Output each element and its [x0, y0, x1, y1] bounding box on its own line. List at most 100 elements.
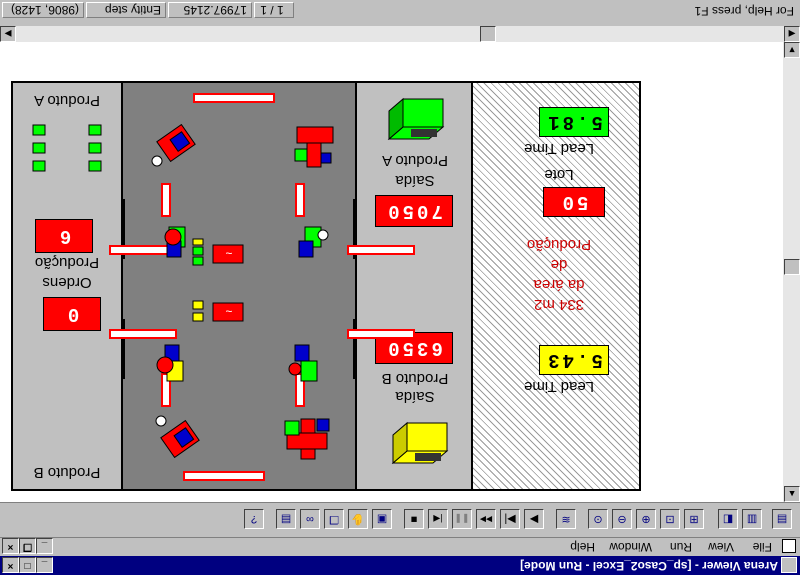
exit-a-display: 7050: [375, 195, 453, 227]
machine-icon: [284, 418, 330, 460]
lot-label: Lote: [544, 166, 574, 183]
maximize-icon[interactable]: □: [19, 557, 36, 573]
title-bar[interactable]: Arena Viewer - [sp_Caso2_Excel - Run Mod…: [0, 556, 800, 575]
hand-icon[interactable]: ✋: [348, 509, 368, 529]
report-icon[interactable]: ▤: [276, 509, 296, 529]
svg-text:~: ~: [225, 304, 232, 318]
windows-icon[interactable]: ❐: [324, 509, 344, 529]
status-page: 1 / 1: [254, 2, 294, 18]
go-icon[interactable]: ▶: [524, 509, 544, 529]
scroll-left-icon[interactable]: ◀: [784, 26, 800, 42]
worker-icon: [288, 344, 318, 382]
doc-restore-icon[interactable]: ❐: [19, 538, 36, 554]
product-b-label: Produto B: [33, 464, 101, 481]
area-line-2: da área: [533, 276, 585, 293]
conveyor: [347, 245, 415, 255]
close-icon[interactable]: ×: [2, 557, 19, 573]
conveyor: [193, 93, 275, 103]
exit-b-label-1: Saída: [395, 388, 435, 405]
zoom-in-icon[interactable]: ⊕: [636, 509, 656, 529]
green-parts-icon: [192, 238, 204, 266]
menu-run[interactable]: Run: [670, 539, 692, 554]
orders-label-2: Produção: [34, 254, 100, 271]
zoom-actual-icon[interactable]: ⊙: [588, 509, 608, 529]
pause-icon[interactable]: ❚❚: [452, 509, 472, 529]
fast-forward-icon[interactable]: ▶▶: [476, 509, 496, 529]
minimize-icon[interactable]: _: [36, 557, 53, 573]
menu-view[interactable]: View: [708, 539, 734, 554]
lead-time-a-label: Lead Time: [523, 378, 595, 395]
toolbar: ▤ ▥ ◧ ⊞ ⊡ ⊕ ⊖ ⊙ ≋ ▶ ▶| ▶▶ ❚❚ |◀ ■ ▣ ✋ ❐ …: [0, 502, 800, 536]
views-icon[interactable]: ▣: [372, 509, 392, 529]
step-icon[interactable]: ▶|: [500, 509, 520, 529]
zoom-box-icon[interactable]: ⊡: [660, 509, 680, 529]
doc-minimize-icon[interactable]: _: [36, 538, 53, 554]
orders-display: 0: [43, 297, 101, 331]
lead-time-b-display: 5.43: [539, 345, 609, 375]
menu-help[interactable]: Help: [570, 539, 595, 554]
menu-file[interactable]: File: [753, 539, 772, 554]
zoom-fit-icon[interactable]: ⊞: [684, 509, 704, 529]
exit-a-label-2: Produto A: [382, 152, 448, 169]
help-pointer-icon[interactable]: ?: [244, 509, 264, 529]
layers-icon[interactable]: ≋: [556, 509, 576, 529]
exit-a-label-1: Saída: [395, 172, 435, 189]
scroll-up-icon[interactable]: ▲: [784, 486, 800, 502]
vertical-scrollbar[interactable]: ▲ ▼: [783, 42, 800, 502]
binoculars-icon[interactable]: ∞: [300, 509, 320, 529]
wip-queue-icon: ~: [212, 244, 244, 264]
kpi-panel: Lead Time 5.43 334 m2 da área de Produçã…: [471, 83, 639, 489]
simulation-canvas: Lead Time 5.43 334 m2 da área de Produçã…: [0, 42, 783, 502]
yellow-product-box-icon: [391, 421, 449, 465]
worker-icon: [298, 226, 329, 258]
area-line-4: Produção: [526, 236, 592, 253]
product-a-label: Produto A: [34, 92, 100, 109]
status-coords: (9806, 1428): [2, 2, 84, 18]
status-help: For Help, press F1: [694, 4, 794, 18]
window-title: Arena Viewer - [sp_Caso2_Excel - Run Mod…: [520, 559, 778, 573]
status-time: 17997.2145: [168, 2, 252, 18]
wall-marker: [353, 319, 357, 379]
green-product-box-icon: [387, 97, 445, 141]
end-icon[interactable]: ■: [404, 509, 424, 529]
area-line-3: de: [550, 256, 568, 273]
worker-icon: [156, 344, 184, 382]
lead-time-a-display: 5.81: [539, 107, 609, 137]
exit-b-label-2: Produto B: [381, 370, 449, 387]
arena-app-icon: [781, 557, 797, 573]
area-line-1: 334 m2: [533, 296, 585, 313]
machine-icon: [155, 415, 200, 459]
scroll-right-icon[interactable]: ▶: [0, 26, 16, 42]
open-icon[interactable]: ▤: [772, 509, 792, 529]
green-inventory-icon: [32, 124, 102, 172]
rotated-screen: Arena Viewer - [sp_Caso2_Excel - Run Mod…: [0, 0, 800, 575]
wip-queue-icon: ~: [212, 302, 244, 322]
production-display: 6: [35, 219, 93, 253]
orders-panel: Produto B 0 Ordens Produção 6 Produto A: [13, 83, 121, 489]
hscroll-thumb[interactable]: [480, 26, 496, 42]
svg-text:~: ~: [225, 246, 232, 260]
status-bar: For Help, press F1 1 / 1 17997.2145 Enti…: [0, 0, 800, 19]
yellow-parts-icon: [192, 300, 204, 322]
lead-time-b-label: Lead Time: [523, 140, 595, 157]
lot-display: 50: [543, 187, 605, 217]
start-over-icon[interactable]: |◀: [428, 509, 448, 529]
print-preview-icon[interactable]: ◧: [718, 509, 738, 529]
doc-close-icon[interactable]: ×: [2, 538, 19, 554]
factory-floor: ~ ~: [109, 83, 415, 489]
conveyor: [183, 471, 265, 481]
machine-icon: [151, 123, 196, 167]
scroll-down-icon[interactable]: ▼: [784, 42, 800, 58]
wall-marker: [121, 319, 125, 379]
zoom-out-icon[interactable]: ⊖: [612, 509, 632, 529]
exit-panel: Saída Produto B 6350 7050 Saída Produto …: [355, 83, 471, 489]
scroll-thumb[interactable]: [784, 259, 800, 275]
orders-label-1: Ordens: [42, 274, 92, 291]
conveyor: [347, 329, 415, 339]
menu-window[interactable]: Window: [609, 539, 652, 554]
print-icon[interactable]: ▥: [742, 509, 762, 529]
menu-bar: File View Run Window Help _ ❐ ×: [0, 537, 800, 556]
status-mode: Entity step: [86, 2, 166, 18]
horizontal-scrollbar[interactable]: ◀ ▶: [0, 26, 800, 42]
document-icon[interactable]: [782, 539, 796, 553]
